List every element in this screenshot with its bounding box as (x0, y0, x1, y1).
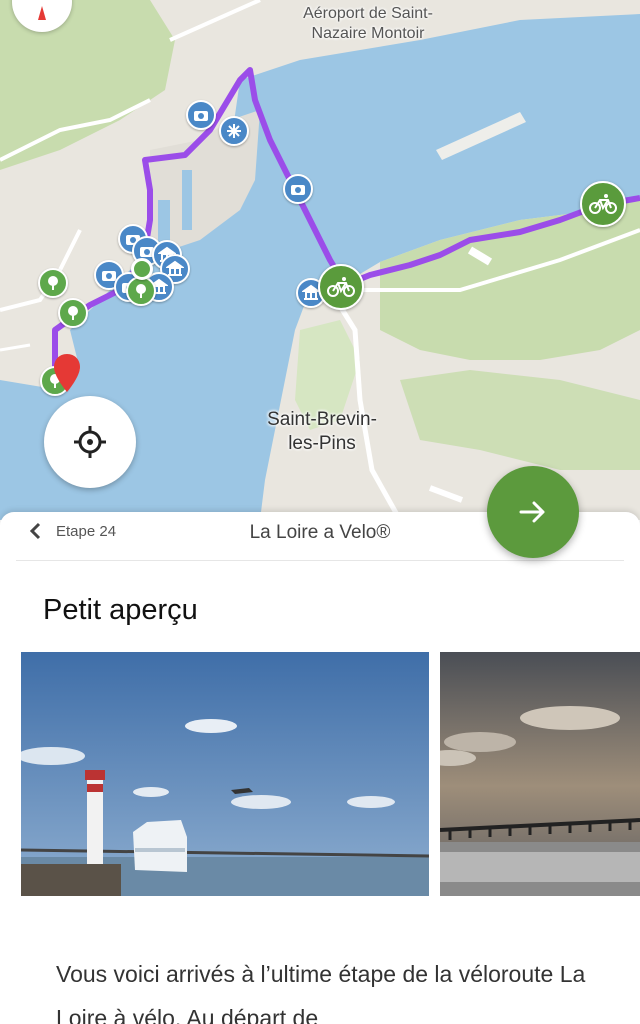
lighthouse-photo (21, 652, 429, 896)
bike-icon (589, 194, 617, 214)
location-pin-icon (54, 354, 80, 392)
bike-icon (327, 277, 355, 297)
camera-icon (194, 111, 208, 121)
tree-poi[interactable] (38, 268, 68, 298)
stage-description: Vous voici arrivés à l’ultime étape de l… (56, 961, 586, 1024)
tree-poi[interactable] (126, 276, 156, 306)
preview-photo[interactable] (21, 652, 429, 896)
snowflake-icon (227, 124, 241, 138)
camera-icon (291, 185, 305, 195)
stage-start-marker[interactable] (318, 264, 364, 310)
crosshair-icon (74, 426, 106, 458)
section-title: Petit aperçu (43, 594, 198, 626)
preview-photo[interactable] (440, 652, 640, 896)
next-button[interactable] (487, 466, 579, 558)
route-map[interactable]: Aéroport de Saint-Nazaire Montoir Saint-… (0, 0, 640, 520)
camera-poi[interactable] (186, 100, 216, 130)
airport-label: Aéroport de Saint-Nazaire Montoir (303, 5, 433, 42)
stage-end-marker[interactable] (580, 181, 626, 227)
tree-icon (48, 276, 58, 290)
arrow-right-icon (519, 501, 545, 523)
camera-poi[interactable] (283, 174, 313, 204)
bridge-photo (440, 652, 640, 896)
current-position-marker (131, 258, 153, 280)
tree-icon (68, 306, 78, 320)
bottom-sheet: Etape 24 La Loire a Velo® Petit aperçu V… (0, 512, 640, 1024)
compass-icon (38, 6, 46, 20)
tree-icon (136, 284, 146, 298)
town-label: Saint-Brevin-les-Pins (267, 409, 377, 454)
locate-me-button[interactable] (44, 396, 136, 488)
tree-poi[interactable] (58, 298, 88, 328)
snowflake-poi[interactable] (219, 116, 249, 146)
